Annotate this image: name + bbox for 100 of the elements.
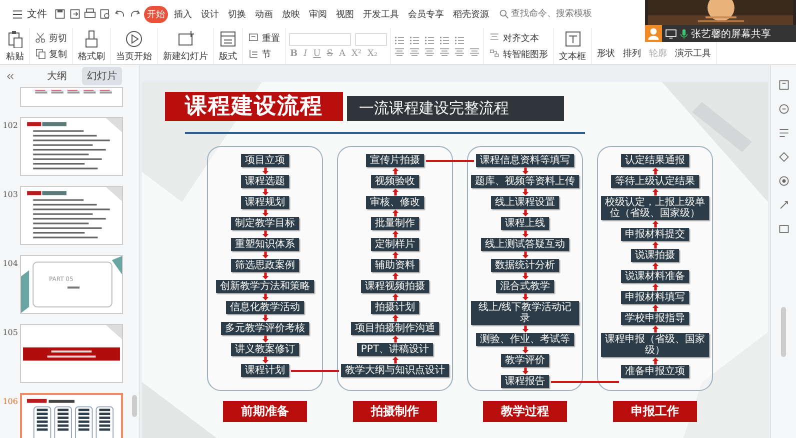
flow-step: 学校申报指导 xyxy=(621,312,689,325)
flow-step: 辅助资料 xyxy=(371,259,419,272)
flow-step: 教学评价 xyxy=(501,354,549,367)
new-slide-icon xyxy=(176,30,194,48)
list-icon xyxy=(454,36,465,44)
menu-icon xyxy=(12,10,23,18)
flow-step: 混合式教学 xyxy=(496,280,554,293)
list-icon[interactable] xyxy=(778,127,790,139)
flow-step: 定制样片 xyxy=(371,238,419,251)
paste-button[interactable]: 粘贴 xyxy=(4,30,26,62)
slide-number: 104 xyxy=(2,258,18,268)
menu-tab[interactable]: 会员专享 xyxy=(405,6,447,22)
flow-step: 课程计划 xyxy=(241,364,289,377)
screen-share-label: 张艺馨的屏幕共享 xyxy=(691,28,771,40)
sidebar-panel-icon[interactable] xyxy=(778,79,790,91)
list-icon xyxy=(424,36,435,44)
flow-step: 数据统计分析 xyxy=(491,259,559,272)
flow-step: 题库、视频等资料上传 xyxy=(471,175,579,188)
new-slide-button[interactable]: 新建幻灯片 xyxy=(161,30,210,62)
menu-tab[interactable]: 插入 xyxy=(171,6,195,22)
frame-icon[interactable] xyxy=(778,223,790,235)
play-button[interactable]: 当页开始 xyxy=(114,30,154,62)
panel-tab[interactable]: 大纲 xyxy=(42,67,72,85)
target-icon[interactable] xyxy=(778,175,790,187)
section-button[interactable]: 节 xyxy=(246,48,282,60)
flow-step: 课程信息资料等填写 xyxy=(476,154,574,167)
copy-icon xyxy=(35,48,47,60)
scrollbar-thumb[interactable] xyxy=(781,307,786,357)
flow-step: 申报材料提交 xyxy=(621,228,689,241)
reset-button[interactable]: 重置 xyxy=(246,32,282,44)
connector-line xyxy=(551,380,619,382)
text-box-button[interactable]: 文本框 xyxy=(557,30,588,62)
menu-tab[interactable]: 放映 xyxy=(279,6,303,22)
flow-step: 课程选题 xyxy=(241,175,289,188)
menu-tab[interactable]: 设计 xyxy=(198,6,222,22)
file-menu-button[interactable]: 文件 xyxy=(8,7,51,21)
font-size-field[interactable] xyxy=(355,33,387,46)
stage-label: 教学过程 xyxy=(483,401,567,422)
section-icon xyxy=(248,48,260,60)
flow-step: PPT、讲稿设计 xyxy=(356,343,434,356)
flow-step: 申报材料填写 xyxy=(621,291,689,304)
list-icon xyxy=(439,36,450,44)
paste-icon xyxy=(6,30,24,48)
arrow-icon[interactable] xyxy=(778,199,790,211)
align-button[interactable]: 对齐文本 xyxy=(487,32,550,44)
slide-thumbnail[interactable] xyxy=(20,393,123,438)
slide-number: 102 xyxy=(2,120,18,130)
toolbar-button[interactable]: 排列 xyxy=(621,47,643,60)
scrollbar-thumb[interactable] xyxy=(132,395,137,417)
flow-step: 拍摄计划 xyxy=(371,301,419,314)
slide-thumbnail[interactable] xyxy=(20,186,123,245)
diagram-icon xyxy=(489,48,501,60)
menu-tab[interactable]: 开始 xyxy=(144,6,168,22)
font-name-field[interactable] xyxy=(289,33,351,46)
flow-step: 制定教学目标 xyxy=(231,217,299,230)
stage-label: 申报工作 xyxy=(613,401,697,422)
panel-tab[interactable]: 幻灯片 xyxy=(82,67,122,85)
slide-number: 105 xyxy=(2,327,18,337)
menu-tab[interactable]: 稻壳资源 xyxy=(450,6,492,22)
align-icon xyxy=(454,48,465,56)
flow-step: 认定结果通报 xyxy=(621,154,689,167)
flow-step: 说课材料准备 xyxy=(621,270,689,283)
diamond-icon[interactable] xyxy=(778,151,790,163)
flow-step: 项目立项 xyxy=(241,154,289,167)
layout-button[interactable]: 版式 xyxy=(217,30,239,62)
print-icon[interactable] xyxy=(84,8,96,20)
collapse-icon xyxy=(6,72,14,80)
flow-step: 课程视频拍摄 xyxy=(361,280,429,293)
copy-button[interactable]: 复制 xyxy=(33,48,69,60)
search-icon xyxy=(499,9,509,19)
align-icon xyxy=(469,48,480,56)
menu-tab[interactable]: 视图 xyxy=(333,6,357,22)
preview-icon[interactable] xyxy=(99,8,111,20)
list-icon xyxy=(394,36,405,44)
flow-step: 线上测试答疑互动 xyxy=(481,238,569,251)
save-icon[interactable] xyxy=(54,8,66,20)
toolbar-button[interactable]: 形状 xyxy=(595,47,617,60)
brush-icon xyxy=(82,30,100,48)
menu-tab[interactable]: 切换 xyxy=(225,6,249,22)
slide-thumbnail[interactable] xyxy=(20,117,123,176)
align-icon xyxy=(439,48,450,56)
slide-thumbnail[interactable] xyxy=(20,87,123,107)
flow-step: 创新教学方法和策略 xyxy=(216,280,314,293)
slide-thumbnail[interactable] xyxy=(20,324,123,383)
flow-step: 宣传片拍摄 xyxy=(366,154,424,167)
minus-circle-icon[interactable] xyxy=(778,103,790,115)
toolbar-button[interactable]: 演示工具 xyxy=(673,47,713,60)
scissors-icon xyxy=(35,32,47,44)
reset-icon xyxy=(248,32,260,44)
brush-button[interactable]: 格式刷 xyxy=(76,30,107,62)
scissors-button[interactable]: 剪切 xyxy=(33,32,69,44)
export-icon[interactable] xyxy=(69,8,81,20)
flow-step: 测验、作业、考试等 xyxy=(476,333,574,346)
menu-tab[interactable]: 审阅 xyxy=(306,6,330,22)
diagram-button[interactable]: 转智能图形 xyxy=(487,48,550,60)
menu-tab[interactable]: 动画 xyxy=(252,6,276,22)
layout-icon xyxy=(219,30,237,48)
menu-tab[interactable]: 开发工具 xyxy=(360,6,402,22)
stage-label: 拍摄制作 xyxy=(353,401,437,422)
flow-step: 多元教学评价考核 xyxy=(221,322,309,335)
